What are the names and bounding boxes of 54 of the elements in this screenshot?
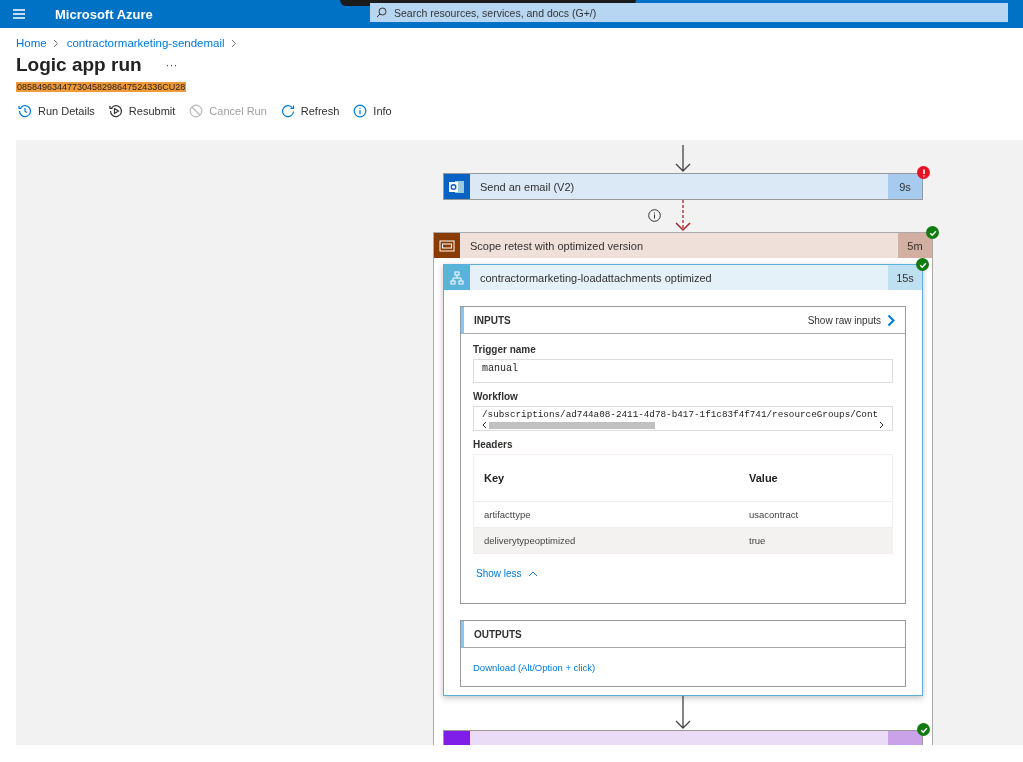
duration-label: 15s <box>888 265 922 290</box>
download-link[interactable]: Download (Alt/Option + click) <box>473 661 596 673</box>
page-title: Logic app run <box>16 54 142 76</box>
toolbar-button[interactable]: Resubmit <box>106 104 178 118</box>
field-label: Trigger name <box>473 344 537 355</box>
action-card[interactable]: Send an email (V2) 9s <box>443 173 923 200</box>
dashed-arrow <box>674 200 692 232</box>
scroll-left-icon[interactable] <box>482 421 487 429</box>
field-label: Workflow <box>473 391 519 402</box>
search-icon <box>376 7 387 18</box>
menu-icon[interactable] <box>13 9 25 19</box>
info-icon <box>353 104 368 118</box>
column-header: Value <box>748 472 779 484</box>
breadcrumb-link[interactable]: contractormarketing-sendemail <box>66 37 225 49</box>
breadcrumb-link[interactable]: Home <box>16 37 47 49</box>
scroll-right-icon[interactable] <box>879 421 884 429</box>
variable-icon <box>444 731 470 745</box>
brand-name[interactable]: Microsoft Azure <box>55 6 153 22</box>
column-header: Key <box>483 472 506 484</box>
run-id: 08584963447730458298647524336CU28 <box>16 82 187 92</box>
section-heading: INPUTS <box>474 314 512 326</box>
duration-label: 5m <box>898 233 932 258</box>
show-raw-inputs-link[interactable]: Show raw inputs <box>807 314 881 326</box>
value-field: /subscriptions/ad744a08-2411-4d78-b417-1f1c83f4f741/resourceGroups/Cont <box>473 406 893 431</box>
chevron-icon <box>52 38 59 48</box>
duration-panel <box>888 731 922 745</box>
refresh-icon <box>280 104 295 118</box>
cancel-icon <box>189 104 204 118</box>
chevron-icon <box>230 38 237 48</box>
value-field: manual <box>473 359 893 383</box>
toolbar-button[interactable]: Info <box>351 104 394 118</box>
toolbar-button[interactable]: Run Details <box>16 104 97 118</box>
play-icon <box>108 104 123 118</box>
action-card[interactable] <box>443 730 923 745</box>
info-icon[interactable] <box>648 209 661 222</box>
section-heading: OUTPUTS <box>474 628 523 640</box>
scope-title: Scope retest with optimized version <box>469 239 645 252</box>
table-row[interactable]: deliverytypeoptimized true <box>474 527 892 553</box>
history-icon <box>18 104 32 118</box>
action-title: contractormarketing-loadattachments optimized <box>479 271 713 284</box>
chevron-up-icon <box>527 570 538 577</box>
arrow-icon <box>675 696 691 730</box>
show-less-link[interactable]: Show less <box>476 568 538 579</box>
search-field[interactable]: Search resources, services, and docs (G+/) <box>370 3 1008 22</box>
duration-label: 9s <box>888 174 922 199</box>
field-label: Headers <box>473 439 514 450</box>
more-button[interactable]: ··· <box>165 58 178 72</box>
arrow-icon <box>675 145 691 173</box>
toolbar-button[interactable]: Refresh <box>278 104 342 118</box>
action-title: Send an email (V2) <box>479 180 576 193</box>
outlook-icon <box>444 174 470 199</box>
chevron-icon[interactable] <box>887 313 895 327</box>
scope-header[interactable]: Scope retest with optimized version 5m <box>434 233 932 258</box>
action-header[interactable]: contractormarketing-loadattachments optimized 15s <box>444 265 922 290</box>
